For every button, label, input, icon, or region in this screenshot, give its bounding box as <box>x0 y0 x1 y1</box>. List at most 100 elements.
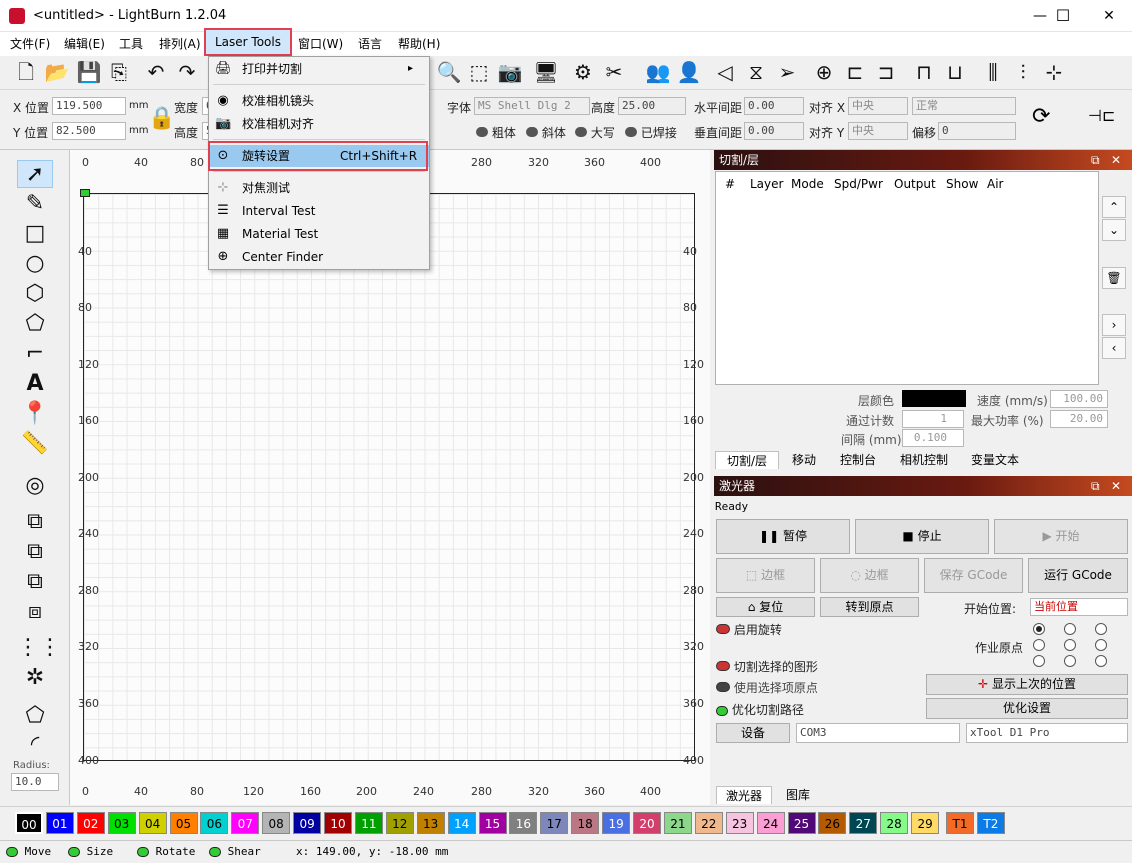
start-button[interactable]: ▶ 开始 <box>994 519 1128 554</box>
text-mode-select[interactable]: 正常 <box>912 97 1016 115</box>
origin-radio-mc[interactable] <box>1064 639 1076 651</box>
frame-button[interactable]: ⬚ 边框 <box>716 558 815 593</box>
monitor-icon[interactable]: 🖥 <box>533 59 559 85</box>
italic-toggle[interactable]: 斜体 <box>526 124 566 141</box>
move-together-icon[interactable]: ⊹ <box>1041 59 1067 85</box>
stop-button[interactable]: ■ 停止 <box>855 519 989 554</box>
select-arrow-icon[interactable]: ➚ <box>17 160 53 188</box>
palette-swatch-08[interactable]: 08 <box>262 812 291 834</box>
origin-radio-bc[interactable] <box>1064 655 1076 667</box>
lock-ratio-icon[interactable]: 🔒 <box>148 106 175 131</box>
hspace-input[interactable]: 0.00 <box>744 97 804 115</box>
menu-item-print-and-cut[interactable]: 🖨 打印并切割 ▸ <box>209 58 429 80</box>
align-left-icon[interactable]: ⊏ <box>842 59 868 85</box>
zoom-icon[interactable]: 🔍 <box>436 59 462 85</box>
work-area-grid[interactable] <box>83 193 695 761</box>
menu-window[interactable]: 窗口(W) <box>298 35 343 53</box>
close-button[interactable]: ✕ <box>1086 0 1132 32</box>
import-icon[interactable]: ⎘ <box>106 59 132 85</box>
offset-shapes-icon[interactable]: ◎ <box>17 472 53 500</box>
redo-icon[interactable]: ↷ <box>174 59 200 85</box>
convert-to-path-icon[interactable]: ⬠ <box>17 702 53 730</box>
tab-move[interactable]: 移动 <box>782 451 826 469</box>
palette-swatch-18[interactable]: 18 <box>571 812 600 834</box>
tab-laser[interactable]: 激光器 <box>716 786 772 804</box>
align-top-icon[interactable]: ⊓ <box>911 59 937 85</box>
rotate-toggle[interactable]: Rotate <box>137 845 195 858</box>
menu-language[interactable]: 语言 <box>358 35 382 53</box>
start-from-select[interactable]: 当前位置 <box>1030 598 1128 616</box>
menu-item-focus-test[interactable]: ⊹ 对焦测试 <box>209 177 429 199</box>
mirror-vertical-icon[interactable]: ⧖ <box>743 59 769 85</box>
prev-layer-button[interactable]: ‹ <box>1102 337 1126 359</box>
palette-swatch-28[interactable]: 28 <box>880 812 909 834</box>
run-gcode-button[interactable]: 运行 GCode <box>1028 558 1128 593</box>
palette-swatch-12[interactable]: 12 <box>385 812 414 834</box>
palette-swatch-11[interactable]: 11 <box>354 812 383 834</box>
maximize-button[interactable]: ☐ <box>1040 0 1086 32</box>
save-icon[interactable]: 💾 <box>76 59 102 85</box>
move-layer-down-button[interactable]: ⌄ <box>1102 219 1126 241</box>
origin-radio-tc[interactable] <box>1064 623 1076 635</box>
palette-swatch-07[interactable]: 07 <box>231 812 260 834</box>
ungroup-icon[interactable]: 👤 <box>676 59 702 85</box>
machine-settings-tools-icon[interactable]: ✂ <box>601 59 627 85</box>
y-position-input[interactable]: 82.500 <box>52 122 126 140</box>
draw-lines-icon[interactable]: ⬠ <box>17 310 53 338</box>
palette-swatch-25[interactable]: 25 <box>787 812 816 834</box>
tab-cuts-layers[interactable]: 切割/层 <box>715 451 779 469</box>
palette-swatch-00[interactable]: 00 <box>15 812 43 834</box>
text-tool-icon[interactable]: A <box>17 370 53 398</box>
use-selection-origin-toggle[interactable]: 使用选择项原点 <box>716 679 818 696</box>
palette-swatch-16[interactable]: 16 <box>509 812 538 834</box>
menu-arrange[interactable]: 排列(A) <box>159 35 201 53</box>
align-y-select[interactable]: 中央 <box>848 122 908 140</box>
align-x-select[interactable]: 中央 <box>848 97 908 115</box>
menu-edit[interactable]: 编辑(E) <box>64 35 105 53</box>
align-bottom-icon[interactable]: ⊔ <box>942 59 968 85</box>
boolean-subtract-icon[interactable]: ⧉ <box>17 538 53 566</box>
palette-swatch-02[interactable]: 02 <box>76 812 105 834</box>
delete-layer-trash-icon[interactable]: 🗑 <box>1102 267 1126 289</box>
max-power-input[interactable]: 20.00 <box>1050 410 1108 428</box>
menu-help[interactable]: 帮助(H) <box>398 35 440 53</box>
menu-item-calibrate-lens[interactable]: ◉ 校准相机镜头 <box>209 90 429 112</box>
palette-swatch-06[interactable]: 06 <box>200 812 229 834</box>
open-folder-icon[interactable]: 📂 <box>44 59 70 85</box>
font-select[interactable]: MS Shell Dlg 2 <box>474 97 590 115</box>
show-last-position-button[interactable]: ✛ 显示上次的位置 <box>926 674 1128 695</box>
palette-swatch-17[interactable]: 17 <box>540 812 569 834</box>
palette-swatch-09[interactable]: 09 <box>293 812 322 834</box>
interval-input[interactable]: 0.100 <box>902 429 964 447</box>
palette-swatch-t2[interactable]: T2 <box>976 812 1005 834</box>
edit-nodes-pen-icon[interactable]: ✎ <box>17 190 53 218</box>
move-toggle[interactable]: Move <box>6 845 51 858</box>
save-gcode-button[interactable]: 保存 GCode <box>924 558 1023 593</box>
palette-swatch-04[interactable]: 04 <box>138 812 167 834</box>
menu-item-center-finder[interactable]: ⊕ Center Finder <box>209 246 429 268</box>
vspace-input[interactable]: 0.00 <box>744 122 804 140</box>
float-panel-icon[interactable]: ⧉ <box>1091 150 1100 170</box>
origin-radio-tl[interactable] <box>1033 623 1045 635</box>
machine-select[interactable]: xTool D1 Pro <box>966 723 1128 743</box>
menu-tools[interactable]: 工具 <box>119 35 143 53</box>
tab-console[interactable]: 控制台 <box>829 451 887 469</box>
tab-variable-text[interactable]: 变量文本 <box>961 451 1029 469</box>
distribute-v-icon[interactable]: ⫶ <box>1010 59 1036 85</box>
port-select[interactable]: COM3 <box>796 723 960 743</box>
polygon-icon[interactable]: ⬡ <box>17 280 53 308</box>
cut-selected-toggle[interactable]: 切割选择的图形 <box>716 658 818 675</box>
optimize-settings-button[interactable]: 优化设置 <box>926 698 1128 719</box>
rotate-arrows-icon[interactable]: ⟳ <box>1032 104 1050 129</box>
frame-circle-button[interactable]: ◌ 边框 <box>820 558 919 593</box>
origin-radio-bl[interactable] <box>1033 655 1045 667</box>
radius-input[interactable]: 10.0 <box>11 773 59 791</box>
rectangle-icon[interactable]: □ <box>17 220 53 248</box>
measure-ruler-icon[interactable]: 📏 <box>17 430 53 458</box>
camera-capture-icon[interactable]: 📷 <box>497 59 523 85</box>
align-right-icon[interactable]: ⊐ <box>873 59 899 85</box>
circular-array-icon[interactable]: ✲ <box>17 664 53 692</box>
palette-swatch-14[interactable]: 14 <box>447 812 476 834</box>
bold-toggle[interactable]: 粗体 <box>476 124 516 141</box>
layer-color-swatch[interactable] <box>902 390 966 407</box>
